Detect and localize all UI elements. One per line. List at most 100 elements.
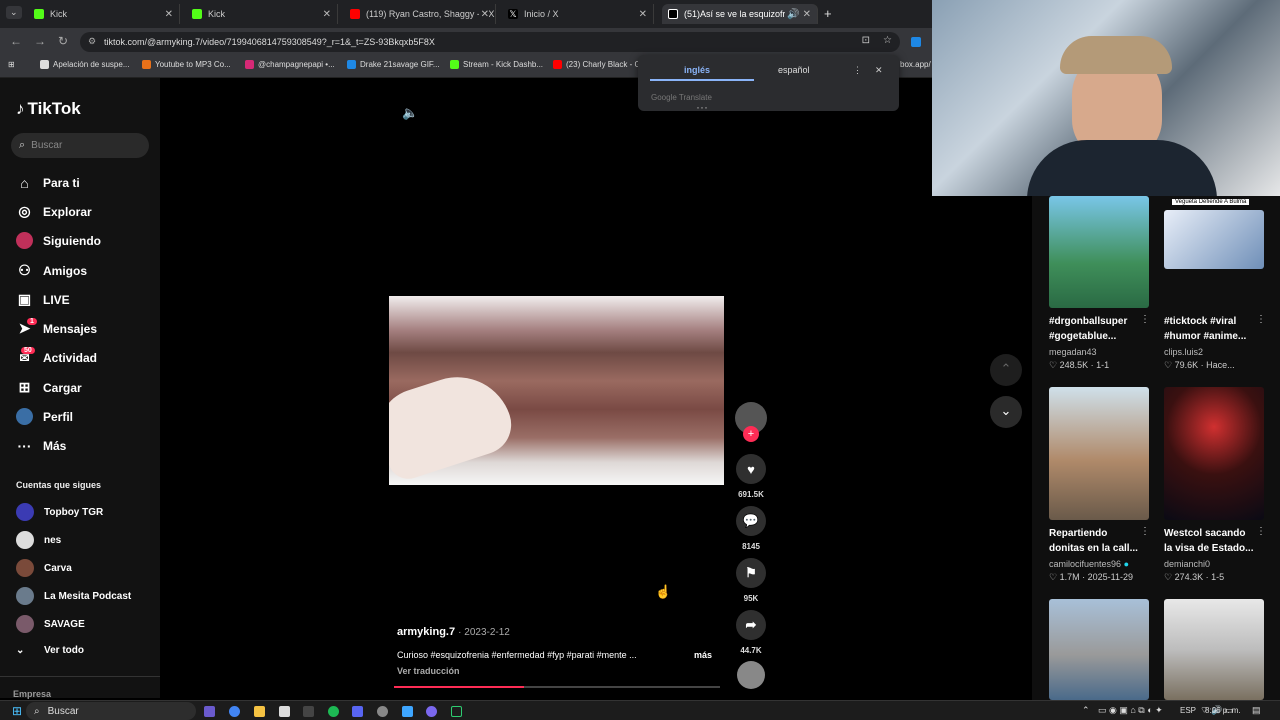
browser-tab[interactable]: Kick ✕ [28, 4, 180, 24]
tiktok-logo[interactable]: ♪ TikTok [16, 99, 81, 119]
more-options-icon[interactable]: ⋮ [1256, 314, 1266, 325]
bookmark[interactable]: Youtube to MP3 Co... [142, 60, 231, 69]
bookmark[interactable]: @champagnepapi •... [245, 60, 335, 69]
notes-icon[interactable] [279, 706, 290, 717]
tray-chevron-icon[interactable]: ⌃ [1082, 705, 1090, 716]
nav-para-ti[interactable]: ⌂ Para ti [16, 174, 79, 191]
close-icon[interactable]: ✕ [639, 9, 647, 20]
browser-tab-active[interactable]: (51)Así se ve la esquizofren 🔊 ✕ [662, 4, 818, 24]
obs-icon[interactable] [377, 706, 388, 717]
share-button[interactable]: ➦ 44.7K [735, 610, 767, 655]
video-author[interactable]: clips.luis2 [1164, 347, 1203, 357]
app-icon[interactable] [303, 706, 314, 717]
video-progress-track[interactable] [394, 686, 720, 688]
bookmark[interactable]: Stream - Kick Dashb... [450, 60, 543, 69]
star-icon[interactable]: ☆ [883, 35, 892, 46]
bookmark[interactable]: (23) Charly Black - G [553, 60, 641, 69]
see-all-link[interactable]: ⌄ Ver todo [16, 645, 84, 656]
close-icon[interactable]: ✕ [875, 65, 883, 76]
following-account[interactable]: nes [16, 531, 61, 549]
more-options-icon[interactable]: ⋮ [1140, 314, 1150, 325]
previous-video-button[interactable]: ⌃ [990, 354, 1022, 386]
nav-live[interactable]: ▣ LIVE [16, 291, 70, 308]
close-icon[interactable]: ✕ [323, 9, 331, 20]
search-input[interactable]: ⌕ Buscar [11, 133, 149, 158]
app-icon[interactable] [402, 706, 413, 717]
translate-tab-source[interactable]: inglés [684, 65, 710, 75]
translate-tab-target[interactable]: español [778, 65, 810, 75]
close-icon[interactable]: ✕ [165, 9, 173, 20]
music-disc-icon[interactable] [737, 661, 765, 689]
comment-button[interactable]: 💬 8145 [735, 506, 767, 551]
site-info-icon[interactable]: ⚙ [88, 36, 96, 47]
follow-plus-icon[interactable]: + [743, 426, 759, 442]
nav-cargar[interactable]: ⊞ Cargar [16, 379, 82, 396]
video-thumbnail[interactable] [1049, 196, 1149, 308]
spotify-icon[interactable] [328, 706, 339, 717]
more-options-icon[interactable]: ⋮ [1140, 526, 1150, 537]
taskbar-search[interactable]: ⌕ Buscar [26, 702, 196, 720]
bookmark[interactable]: Drake 21savage GIF... [347, 60, 440, 69]
following-account[interactable]: La Mesita Podcast [16, 587, 131, 605]
nav-siguiendo[interactable]: Siguiendo [16, 232, 101, 249]
back-icon[interactable]: ← [10, 34, 22, 48]
forward-icon[interactable]: → [34, 34, 46, 48]
more-caption-link[interactable]: más [694, 650, 712, 660]
volume-icon[interactable]: 🔈 [402, 105, 418, 121]
next-video-button[interactable]: ⌄ [990, 396, 1022, 428]
following-account[interactable]: Carva [16, 559, 72, 577]
video-title[interactable]: Repartiendo donitas en la call... [1049, 526, 1141, 556]
save-button[interactable]: ⚑ 95K [735, 558, 767, 603]
clock[interactable]: 8:06 p. m. [1205, 706, 1241, 715]
translate-icon[interactable]: ⊡ [862, 35, 870, 46]
close-icon[interactable]: 🔊 ✕ [785, 8, 811, 20]
more-options-icon[interactable]: ⋮ [1256, 526, 1266, 537]
bookmark[interactable]: Apelación de suspe... [40, 60, 130, 69]
close-icon[interactable]: ✕ [478, 8, 489, 20]
video-author[interactable]: demianchi0 [1164, 559, 1210, 569]
video-author[interactable]: camilocifuentes96 ● [1049, 559, 1129, 569]
like-button[interactable]: ♥ 691.5K [735, 454, 767, 499]
reload-icon[interactable]: ↻ [58, 34, 68, 48]
apps-icon[interactable]: ⊞ [8, 60, 15, 69]
windows-start-icon[interactable]: ⊞ [12, 704, 22, 718]
browser-tab[interactable]: 𝕏 Inicio / X ✕ [502, 4, 654, 24]
file-explorer-icon[interactable] [254, 706, 265, 717]
new-tab-button[interactable]: + [824, 6, 832, 21]
nav-explorar[interactable]: ◎ Explorar [16, 203, 91, 220]
video-frame[interactable] [389, 296, 724, 485]
video-title[interactable]: #ticktock #viral #humor #anime... [1164, 314, 1256, 344]
company-link[interactable]: Empresa [13, 689, 51, 699]
browser-tab[interactable]: (119) Ryan Castro, Shaggy - EX ✕ [344, 4, 496, 24]
url-field[interactable]: ⚙ tiktok.com/@armyking.7/video/719940681… [80, 32, 900, 52]
more-options-icon[interactable]: ⋮ [853, 65, 862, 76]
bookmark[interactable]: box.app/ [900, 60, 931, 69]
video-thumbnail[interactable] [1164, 210, 1264, 269]
video-thumbnail[interactable] [1164, 599, 1264, 700]
video-title[interactable]: Westcol sacando la visa de Estado... [1164, 526, 1256, 556]
app-icon[interactable] [426, 706, 437, 717]
video-thumbnail[interactable] [1164, 387, 1264, 520]
video-author[interactable]: armyking.7 · 2023-2-12 [397, 626, 510, 638]
tray-icons[interactable]: ▭ ◉ ▣ ⌂ ⧉ ◐ ✦ [1098, 705, 1163, 716]
chrome-icon[interactable] [229, 706, 240, 717]
video-thumbnail[interactable] [1049, 387, 1149, 520]
nav-perfil[interactable]: Perfil [16, 408, 73, 425]
video-title[interactable]: #drgonballsuper #gogetablue... [1049, 314, 1141, 344]
video-author[interactable]: megadan43 [1049, 347, 1097, 357]
more-options-icon[interactable]: ··· [696, 100, 708, 114]
copilot-icon[interactable] [204, 706, 215, 717]
video-thumbnail[interactable] [1049, 599, 1149, 700]
extension-icon[interactable] [911, 37, 921, 47]
following-account[interactable]: Topboy TGR [16, 503, 103, 521]
notifications-icon[interactable]: ▤ [1252, 705, 1261, 716]
tab-search-icon[interactable]: ⌄ [6, 6, 22, 19]
terminal-icon[interactable] [451, 706, 462, 717]
discord-icon[interactable] [352, 706, 363, 717]
nav-amigos[interactable]: ⚇ Amigos [16, 262, 87, 279]
nav-mas[interactable]: ··· Más [16, 437, 67, 454]
following-account[interactable]: SAVAGE [16, 615, 85, 633]
browser-tab[interactable]: Kick ✕ [186, 4, 338, 24]
language-indicator[interactable]: ESP [1180, 706, 1196, 715]
translate-caption-link[interactable]: Ver traducción [397, 666, 460, 676]
